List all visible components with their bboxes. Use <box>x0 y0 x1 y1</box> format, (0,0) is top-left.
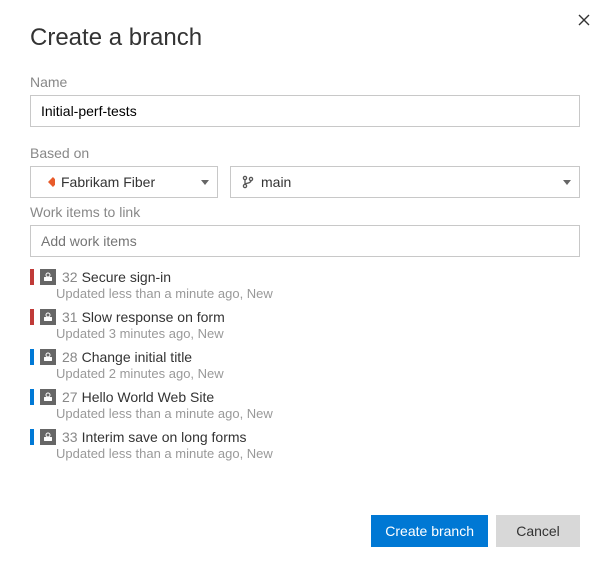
name-label: Name <box>30 74 580 90</box>
work-item[interactable]: 28Change initial titleUpdated 2 minutes … <box>30 345 580 385</box>
work-item-subtitle: Updated less than a minute ago, New <box>56 446 580 461</box>
work-item-title: Interim save on long forms <box>82 429 247 445</box>
priority-bar <box>30 309 34 325</box>
work-item-id: 28 <box>62 349 78 365</box>
branch-icon <box>241 175 255 189</box>
work-item-type-icon <box>40 389 56 405</box>
work-item-id: 31 <box>62 309 78 325</box>
work-item-id: 33 <box>62 429 78 445</box>
work-item-id: 32 <box>62 269 78 285</box>
dialog-title: Create a branch <box>30 24 580 52</box>
priority-bar <box>30 269 34 285</box>
work-item-type-icon <box>40 269 56 285</box>
work-items-label: Work items to link <box>30 204 580 220</box>
work-item[interactable]: 31Slow response on formUpdated 3 minutes… <box>30 305 580 345</box>
branch-dropdown[interactable]: main <box>230 166 580 198</box>
work-item-title: Change initial title <box>82 349 193 365</box>
priority-bar <box>30 429 34 445</box>
repo-dropdown-label: Fabrikam Fiber <box>61 174 201 190</box>
work-item-type-icon <box>40 429 56 445</box>
work-item-title: Slow response on form <box>82 309 225 325</box>
priority-bar <box>30 349 34 365</box>
branch-dropdown-label: main <box>261 174 563 190</box>
based-on-label: Based on <box>30 145 580 161</box>
work-item-subtitle: Updated less than a minute ago, New <box>56 406 580 421</box>
work-item-subtitle: Updated 3 minutes ago, New <box>56 326 580 341</box>
create-branch-button[interactable]: Create branch <box>371 515 488 547</box>
work-item[interactable]: 27Hello World Web SiteUpdated less than … <box>30 385 580 425</box>
work-items-list: 32Secure sign-inUpdated less than a minu… <box>30 265 580 465</box>
work-item[interactable]: 32Secure sign-inUpdated less than a minu… <box>30 265 580 305</box>
priority-bar <box>30 389 34 405</box>
branch-name-input[interactable] <box>30 95 580 127</box>
work-item[interactable]: 33Interim save on long formsUpdated less… <box>30 425 580 465</box>
work-item-title: Hello World Web Site <box>82 389 215 405</box>
work-item-type-icon <box>40 309 56 325</box>
close-button[interactable] <box>572 8 596 32</box>
chevron-down-icon <box>201 180 209 185</box>
chevron-down-icon <box>563 180 571 185</box>
cancel-button[interactable]: Cancel <box>496 515 580 547</box>
work-items-input[interactable] <box>30 225 580 257</box>
close-icon <box>578 14 590 26</box>
work-item-title: Secure sign-in <box>82 269 172 285</box>
repo-dropdown[interactable]: Fabrikam Fiber <box>30 166 218 198</box>
work-item-subtitle: Updated 2 minutes ago, New <box>56 366 580 381</box>
repo-icon <box>41 175 55 189</box>
work-item-id: 27 <box>62 389 78 405</box>
work-item-subtitle: Updated less than a minute ago, New <box>56 286 580 301</box>
work-item-type-icon <box>40 349 56 365</box>
